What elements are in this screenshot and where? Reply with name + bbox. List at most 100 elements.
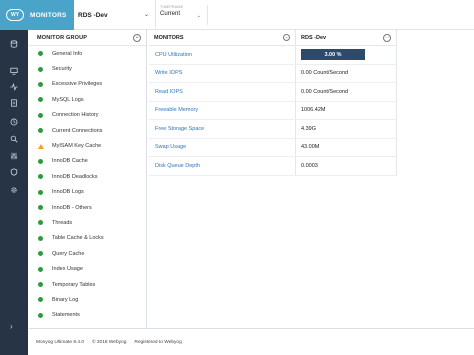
monitor-group-item-label: Table Cache & Locks: [52, 235, 104, 242]
table-row: Swap Usage 43.00M: [149, 138, 397, 157]
shield-icon[interactable]: [8, 167, 20, 177]
monitor-group-title: MONITOR GROUP: [37, 34, 88, 41]
database-icon[interactable]: [8, 39, 20, 49]
warning-icon: [38, 143, 44, 149]
monitor-group-item[interactable]: Temporary Tables: [29, 277, 146, 292]
document-icon[interactable]: [8, 98, 20, 108]
monitor-group-item[interactable]: Index Usage: [29, 261, 146, 276]
monitor-group-item[interactable]: InnoDB Cache: [29, 154, 146, 169]
monitor-group-item[interactable]: InnoDB - Others: [29, 200, 146, 215]
expand-sidebar-icon[interactable]: ›: [10, 322, 13, 331]
status-ok-icon: [38, 220, 43, 226]
monitor-group-item[interactable]: Threads: [29, 215, 146, 230]
sidebar-rail: ›: [0, 30, 28, 355]
footer-copyright: © 2018 Webyog: [92, 339, 127, 345]
monitor-group-item[interactable]: Current Connections: [29, 123, 146, 138]
monitors-column-header: MONITORS +: [149, 30, 296, 45]
monitor-group-item-label: Temporary Tables: [52, 281, 96, 288]
monitor-icon[interactable]: [8, 66, 20, 76]
monitor-group-item[interactable]: MySQL Logs: [29, 92, 146, 107]
monitor-group-item[interactable]: Table Cache & Locks: [29, 231, 146, 246]
monitor-group-panel: MONITOR GROUP + General Info Security Exce…: [29, 30, 147, 328]
table-row: Write IOPS 0.00 Count/Second: [149, 64, 397, 83]
monitor-value-cell: 3.00 %: [296, 46, 397, 64]
monitor-name-link[interactable]: Disk Queue Depth: [155, 163, 200, 169]
monitor-group-item-label: Security: [52, 66, 72, 73]
monitor-value-cell: 4.39G: [296, 120, 397, 138]
monitor-name-cell: Freeable Memory: [149, 101, 296, 119]
monitor-value-cell: 1006.42M: [296, 101, 397, 119]
monitor-value: 0.00 Count/Second: [301, 70, 349, 77]
status-ok-icon: [38, 205, 43, 211]
monitor-value: 0.00 Count/Second: [301, 88, 349, 95]
search-icon[interactable]: [8, 134, 20, 144]
status-ok-icon: [38, 128, 43, 134]
monitors-table: MONITORS + RDS -Dev ⋯ CPU Utilization 3.0…: [149, 30, 397, 176]
status-ok-icon: [38, 174, 43, 180]
monitor-group-item-label: General Info: [52, 50, 83, 57]
status-ok-icon: [38, 251, 43, 257]
gear-icon[interactable]: [8, 185, 20, 195]
monitor-name-cell: Disk Queue Depth: [149, 157, 296, 175]
monitor-name-link[interactable]: Read IOPS: [155, 89, 183, 95]
monitor-name-cell: CPU Utilization: [149, 46, 296, 64]
more-options-icon[interactable]: ⋯: [383, 34, 391, 42]
footer: Monyog Ultimate 8.4.0 © 2018 Webyog Regi…: [29, 328, 474, 355]
add-monitor-icon[interactable]: +: [283, 34, 290, 41]
status-ok-icon: [38, 66, 43, 72]
activity-icon[interactable]: [8, 82, 20, 92]
sliders-icon[interactable]: [8, 151, 20, 161]
monitor-value: 0.0003: [301, 162, 318, 169]
monitor-value-cell: 0.0003: [296, 157, 397, 175]
monitor-group-item[interactable]: Query Cache: [29, 246, 146, 261]
monitor-group-item[interactable]: Statements: [29, 308, 146, 323]
monitor-name-link[interactable]: Free Storage Space: [155, 126, 204, 132]
table-row: Free Storage Space 4.39G: [149, 120, 397, 139]
table-row: Read IOPS 0.00 Count/Second: [149, 83, 397, 102]
app-logo[interactable]: WY: [6, 9, 24, 21]
monitor-group-item-label: Binary Log: [52, 296, 79, 303]
monitor-group-item[interactable]: Excessive Privileges: [29, 77, 146, 92]
status-ok-icon: [38, 235, 43, 241]
monitor-name-cell: Read IOPS: [149, 83, 296, 101]
timeframe-select[interactable]: TIMEFRAME Current ⌄: [160, 5, 208, 25]
table-row: CPU Utilization 3.00 %: [149, 46, 397, 65]
monitor-group-item-label: Connection History: [52, 112, 99, 119]
monitor-group-item[interactable]: Connection History: [29, 108, 146, 123]
monitor-name-link[interactable]: Swap Usage: [155, 144, 186, 150]
monitor-value-cell: 43.00M: [296, 138, 397, 156]
server-column-header: RDS -Dev ⋯: [296, 30, 397, 45]
monitor-name-link[interactable]: Freeable Memory: [155, 107, 198, 113]
monitor-group-item[interactable]: InnoDB Deadlocks: [29, 169, 146, 184]
cpu-progress-value: 3.00 %: [324, 51, 342, 58]
status-ok-icon: [38, 97, 43, 103]
monitor-group-item-label: InnoDB - Others: [52, 204, 92, 211]
server-select-value: RDS -Dev: [78, 11, 108, 19]
status-ok-icon: [38, 112, 43, 118]
add-group-icon[interactable]: +: [133, 34, 141, 42]
status-ok-icon: [38, 297, 43, 303]
server-select[interactable]: RDS -Dev ⌄: [74, 0, 156, 30]
monitor-value-cell: 0.00 Count/Second: [296, 64, 397, 82]
monitor-group-item-label: Query Cache: [52, 250, 85, 257]
monitor-group-item-label: Current Connections: [52, 127, 103, 134]
footer-registration: Registered to Webyog: [134, 339, 182, 345]
monitors-header-row: MONITORS + RDS -Dev ⋯: [149, 30, 397, 46]
clock-icon[interactable]: [8, 117, 20, 127]
timeframe-label: TIMEFRAME: [160, 5, 184, 9]
monitor-value-cell: 0.00 Count/Second: [296, 83, 397, 101]
top-bar: WY MONITORS RDS -Dev ⌄ TIMEFRAME Current…: [0, 0, 474, 30]
monitor-group-item[interactable]: InnoDB Logs: [29, 185, 146, 200]
footer-version: Monyog Ultimate 8.4.0: [36, 339, 84, 345]
monitor-group-item[interactable]: MyISAM Key Cache: [29, 138, 146, 153]
monitor-group-item[interactable]: General Info: [29, 46, 146, 61]
monitor-value: 1006.42M: [301, 107, 326, 114]
monitor-group-item[interactable]: Binary Log: [29, 292, 146, 307]
status-ok-icon: [38, 51, 43, 57]
monitor-name-link[interactable]: Write IOPS: [155, 70, 182, 76]
status-ok-icon: [38, 158, 43, 164]
cpu-progress-bar: 3.00 %: [301, 49, 365, 61]
monitor-group-item[interactable]: Security: [29, 61, 146, 76]
app-title: MONITORS: [30, 11, 67, 19]
monitor-name-link[interactable]: CPU Utilization: [155, 52, 192, 58]
